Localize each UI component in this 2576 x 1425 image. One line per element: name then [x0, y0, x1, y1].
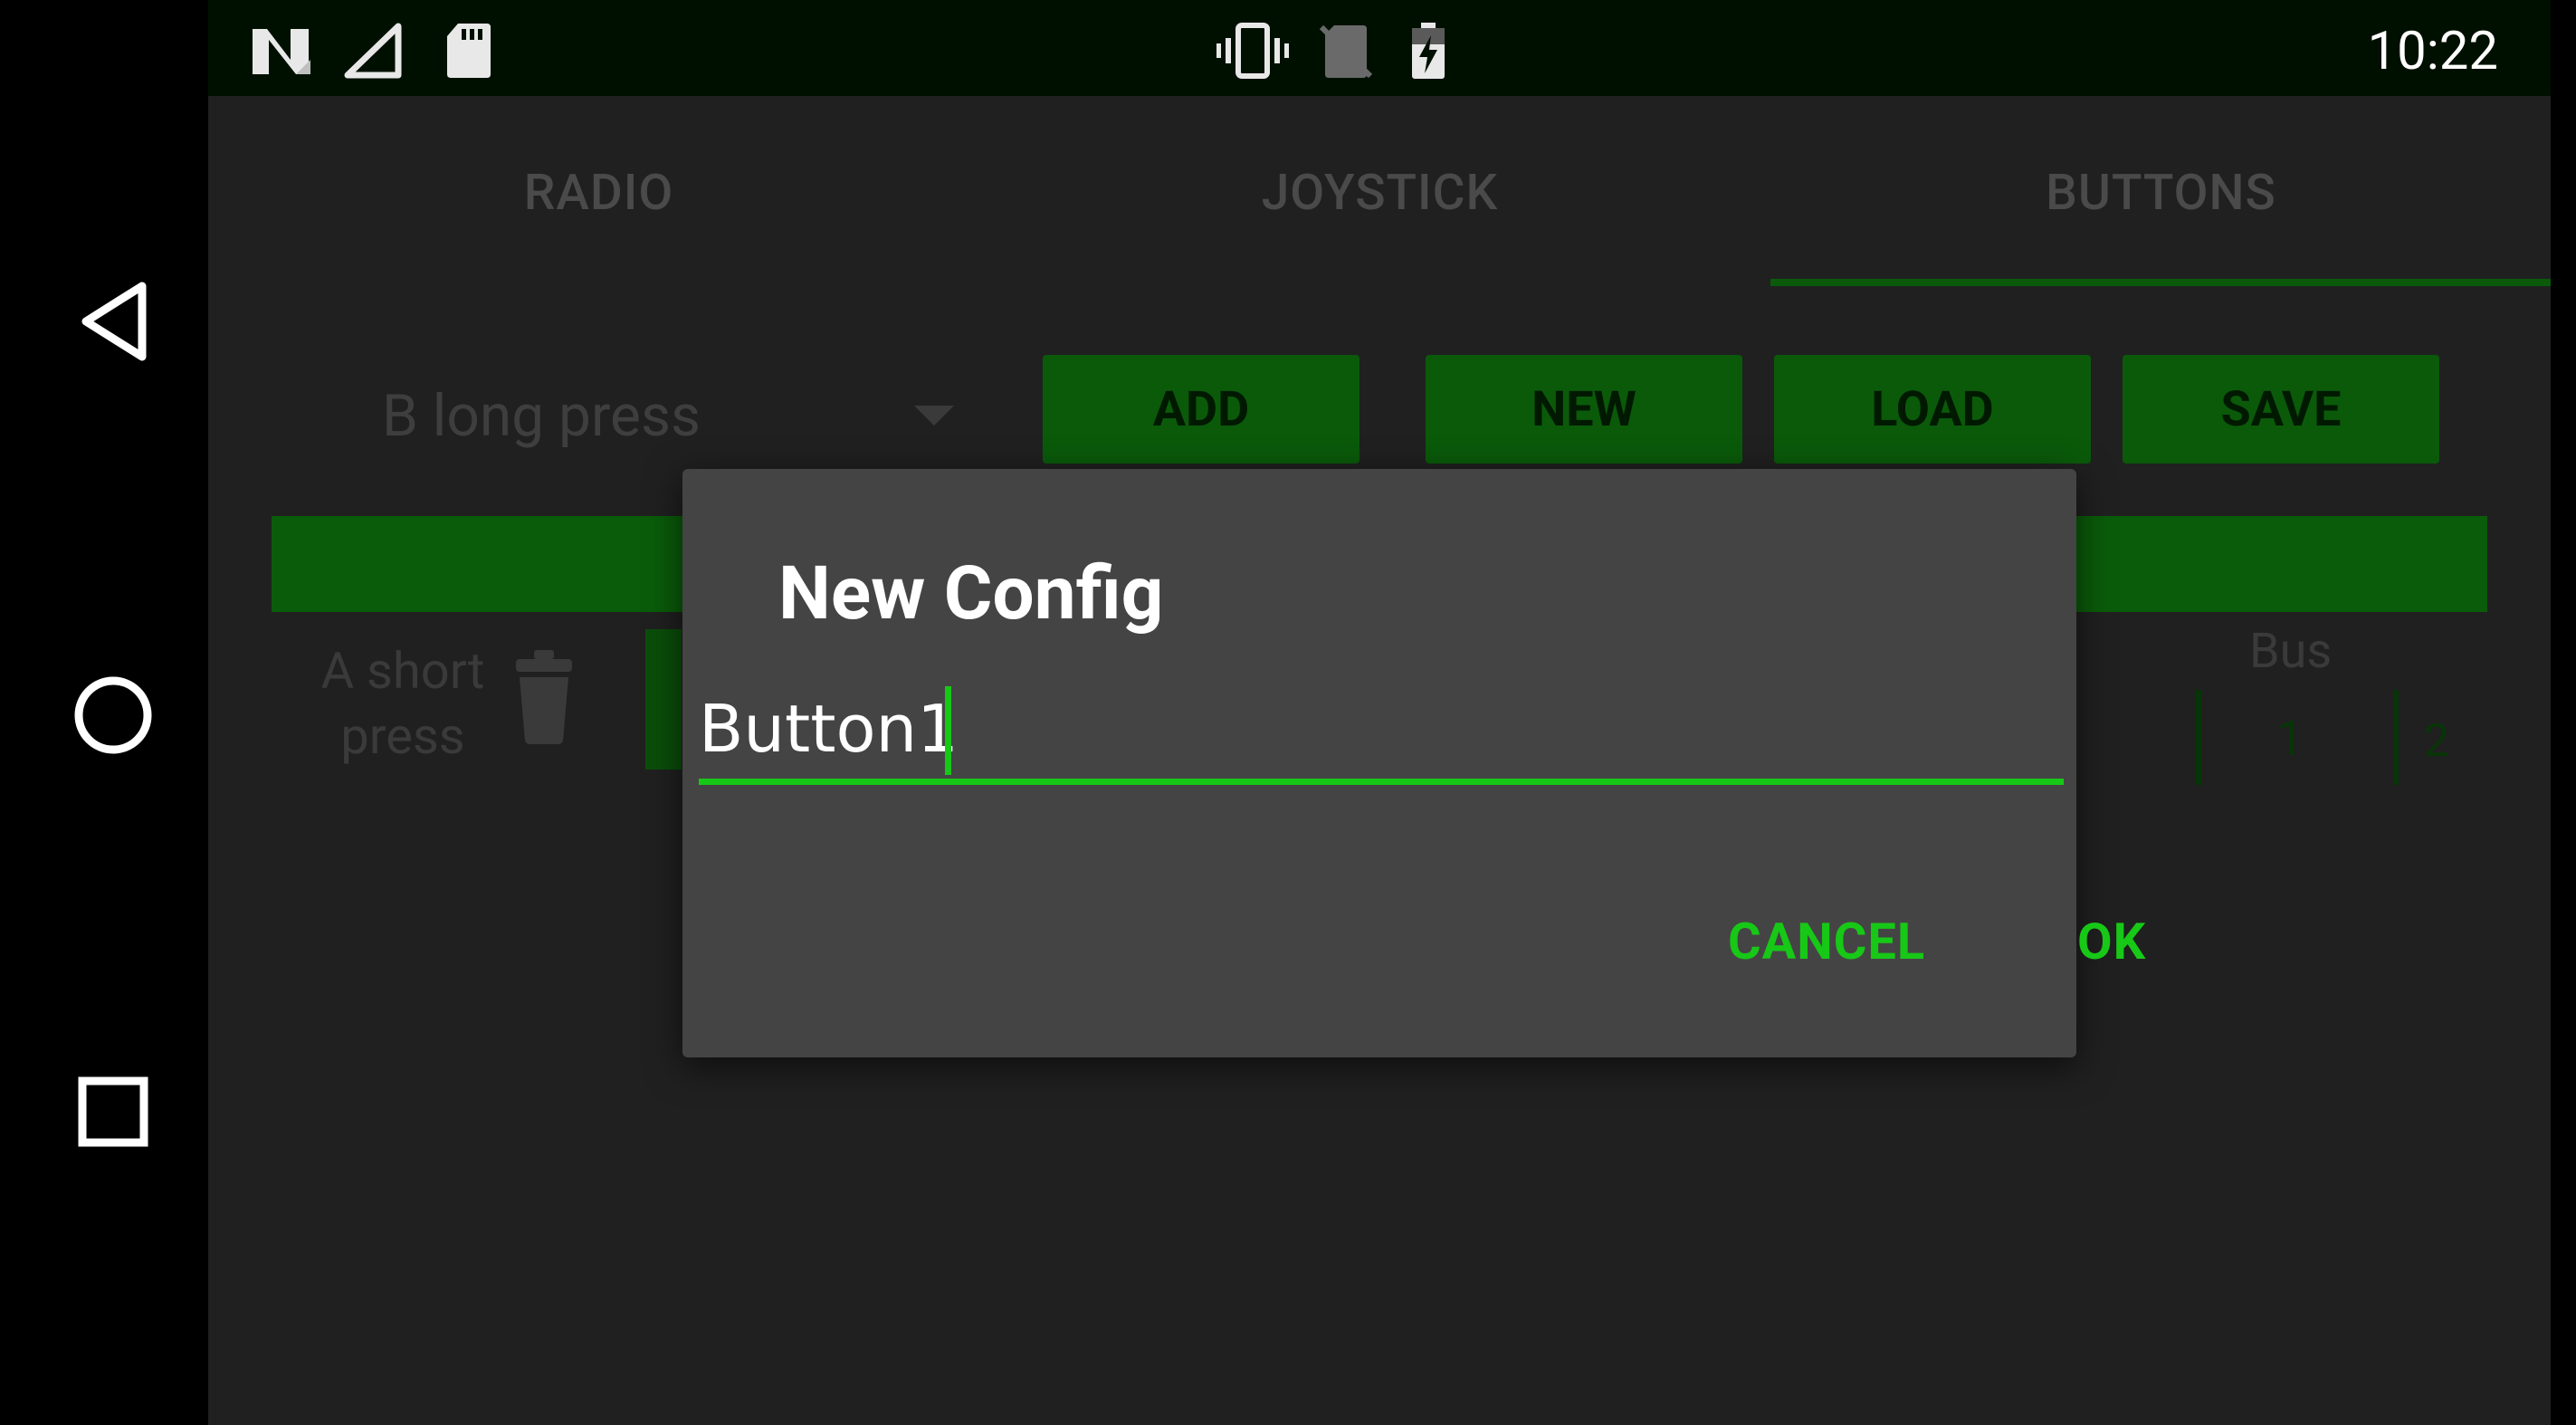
bus-option-1[interactable]: 1 [2276, 711, 2304, 768]
no-sim-icon [1318, 18, 1374, 83]
list-row-label: A short press [320, 641, 485, 766]
save-button[interactable]: SAVE [2123, 355, 2439, 464]
cell-signal-icon [344, 18, 404, 83]
active-tab-indicator [1770, 279, 2551, 286]
spinner-value: B long press [382, 382, 701, 450]
bus-option-2[interactable]: 2 [2424, 715, 2449, 768]
new-button[interactable]: NEW [1426, 355, 1742, 464]
dropdown-arrow-icon [914, 406, 954, 426]
tab-radio[interactable]: RADIO [208, 96, 989, 290]
dialog-title: New Config [778, 550, 1164, 637]
add-button[interactable]: ADD [1043, 355, 1360, 464]
bus-column-header: Bus [2249, 623, 2333, 680]
vibrate-icon [1215, 18, 1291, 83]
status-bar: 10:22 [208, 0, 2551, 96]
status-clock: 10:22 [2367, 21, 2498, 82]
back-icon[interactable] [59, 267, 167, 376]
recents-icon[interactable] [59, 1057, 167, 1166]
cancel-button[interactable]: CANCEL [1728, 905, 1925, 978]
tab-bar: RADIO JOYSTICK BUTTONS [208, 96, 2551, 290]
app-screen: 10:22 RADIO JOYSTICK BUTTONS B long pres… [208, 0, 2551, 1425]
button-action-spinner[interactable]: B long press [382, 362, 1007, 471]
sd-card-icon [445, 18, 492, 83]
tab-joystick[interactable]: JOYSTICK [989, 96, 1770, 290]
new-config-dialog: New Config Button1 CANCEL OK [682, 469, 2145, 1057]
ok-button[interactable]: OK [2077, 905, 2146, 978]
navigation-bar [0, 0, 208, 1425]
text-cursor [945, 686, 951, 775]
config-name-input[interactable]: Button1 [699, 688, 959, 770]
n-notification-icon [249, 18, 314, 83]
config-name-field[interactable]: Button1 [699, 679, 2064, 785]
battery-charging-icon [1408, 18, 1448, 83]
home-icon[interactable] [59, 661, 167, 770]
trash-icon[interactable] [512, 650, 576, 748]
bus-divider [2196, 690, 2201, 785]
tab-buttons[interactable]: BUTTONS [1770, 96, 2551, 290]
input-underline [699, 779, 2064, 785]
row-action-button[interactable] [645, 629, 682, 770]
bus-divider [2393, 690, 2399, 785]
load-button[interactable]: LOAD [1774, 355, 2091, 464]
